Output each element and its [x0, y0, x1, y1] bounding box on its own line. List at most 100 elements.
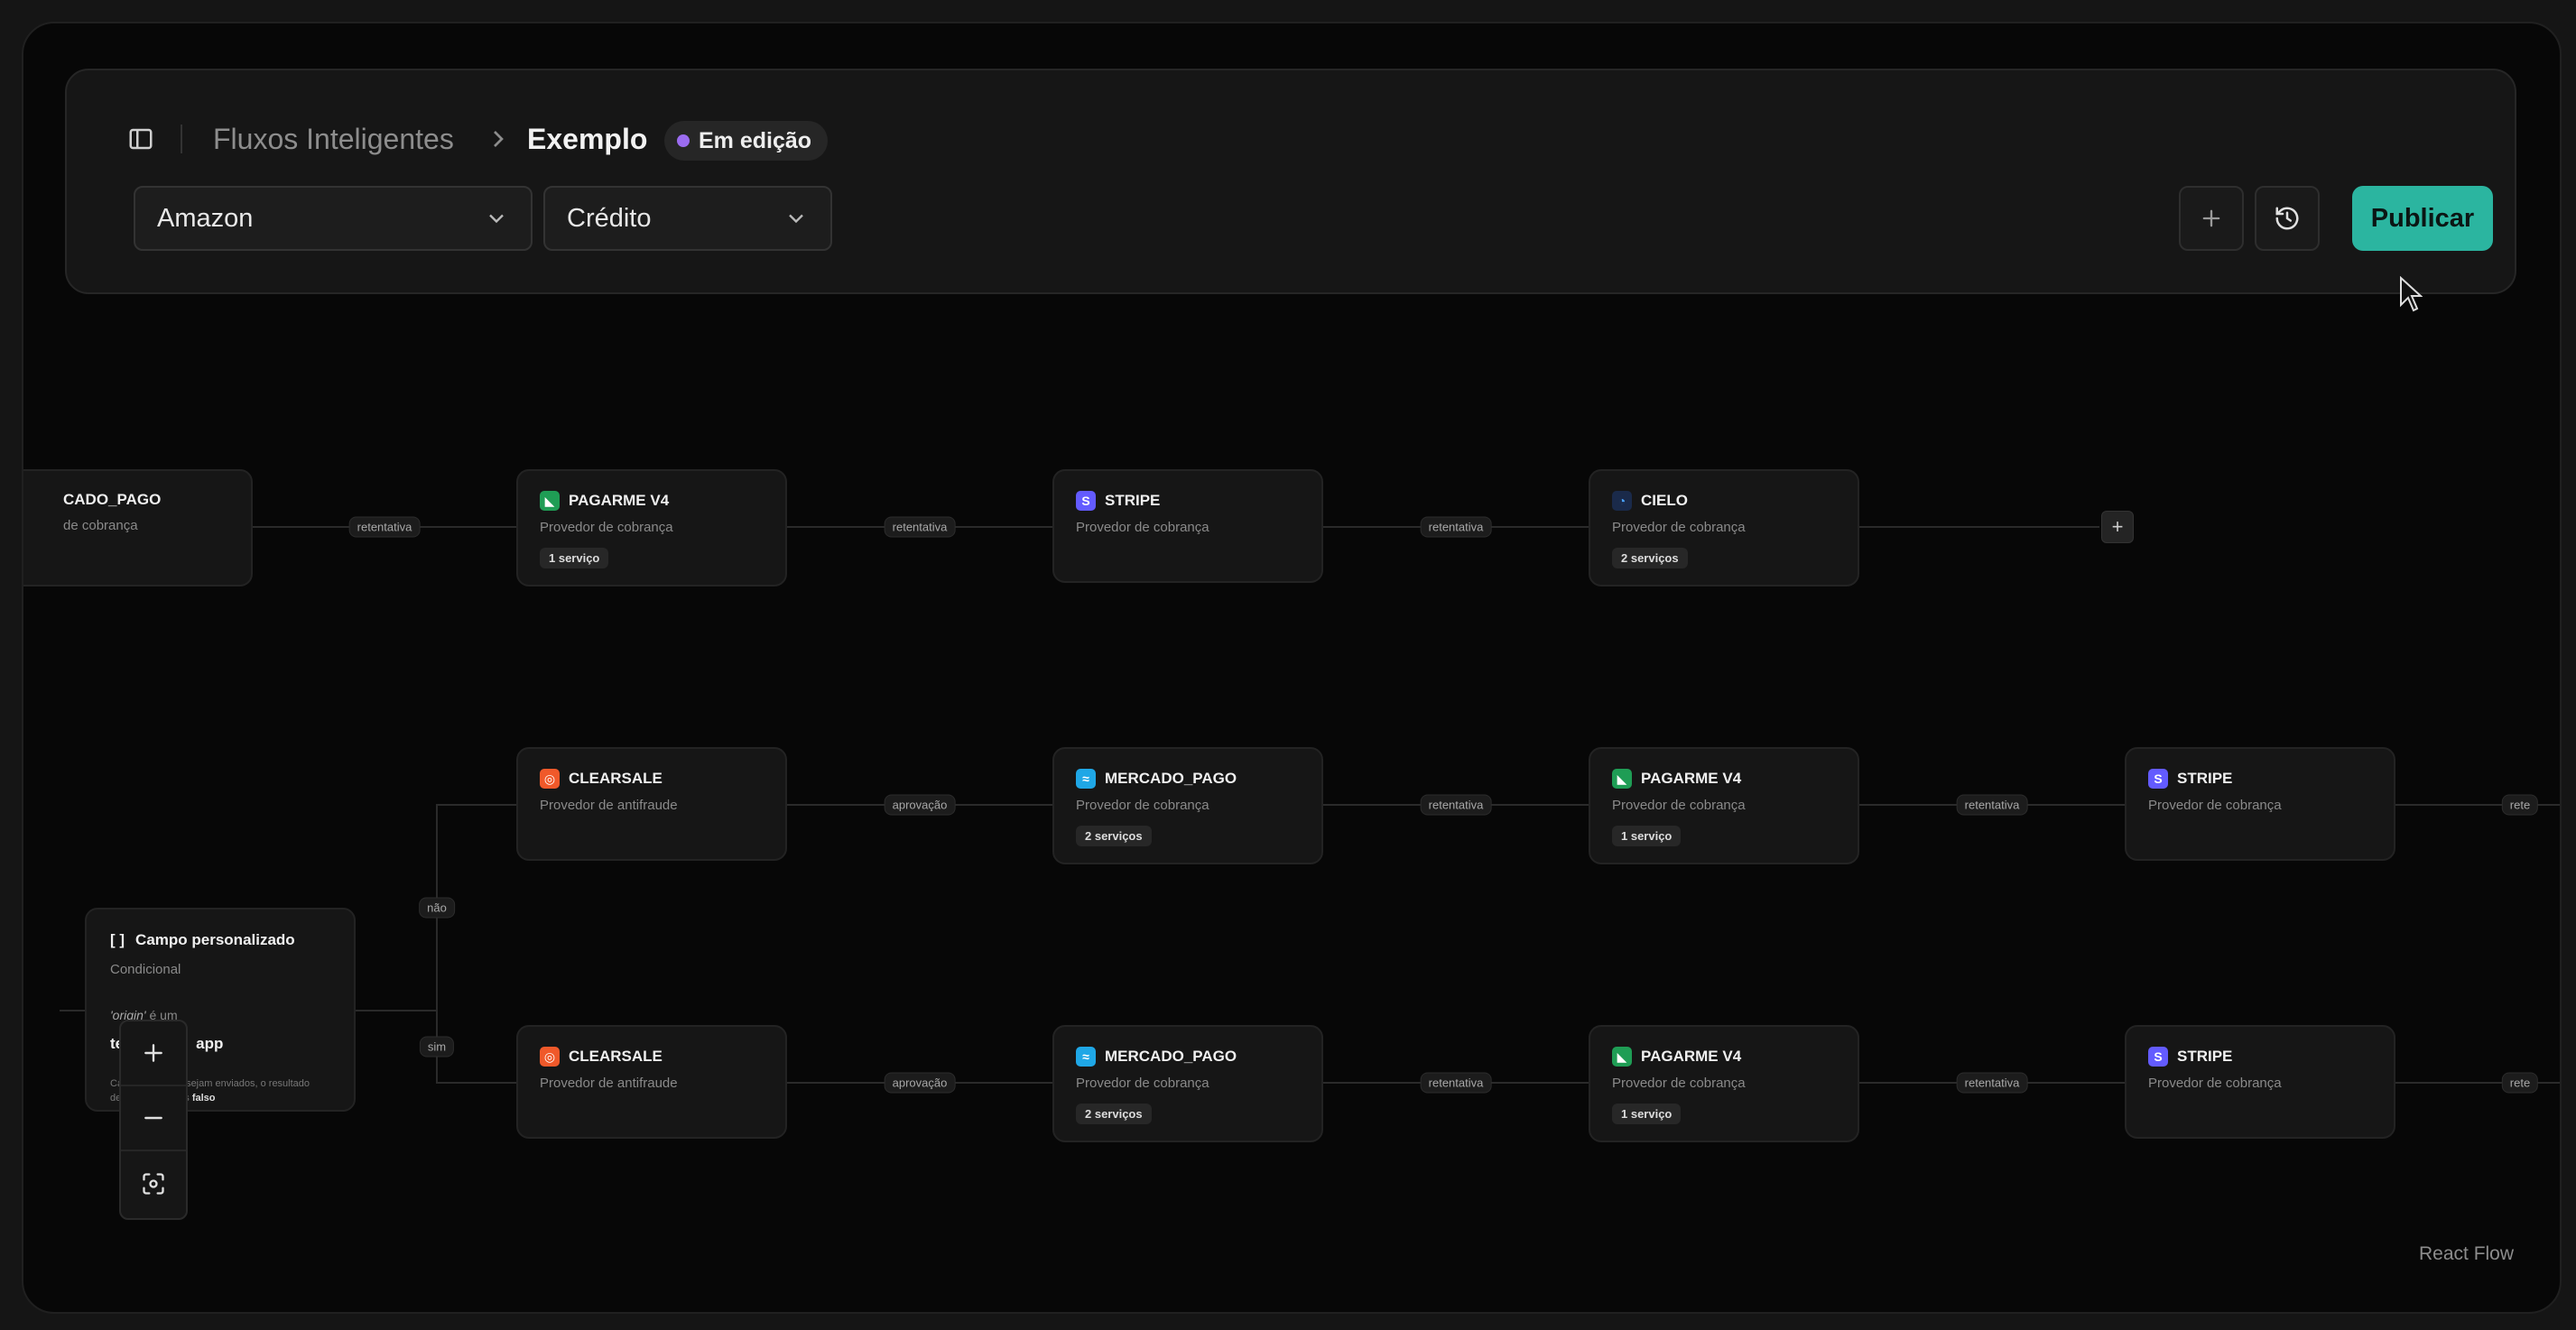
pagarme-logo: ◣: [540, 491, 560, 511]
chevron-right-icon: [494, 131, 504, 147]
services-badge: 1 serviço: [540, 548, 609, 568]
clearsale-logo: ◎: [540, 1047, 560, 1067]
stripe-logo: S: [2148, 769, 2168, 789]
flow-node-stripe-mid[interactable]: S STRIPE Provedor de cobrança: [2125, 747, 2395, 861]
brackets-icon: [ ]: [110, 931, 125, 948]
add-node-button[interactable]: +: [2101, 511, 2134, 543]
node-title: MERCADO_PAGO: [1105, 1048, 1237, 1065]
node-subtitle: Provedor de cobrança: [1076, 520, 1209, 535]
edge-label-no: não: [419, 897, 455, 919]
separator: [181, 125, 182, 153]
node-title: CLEARSALE: [569, 1048, 663, 1065]
edge-label-yes: sim: [419, 1036, 455, 1058]
flow-node-pagarme-mid[interactable]: ◣ PAGARME V4 Provedor de cobrança 1 servi…: [1589, 747, 1859, 864]
node-subtitle: Provedor de antifraude: [540, 798, 678, 813]
condition-value-end: app: [196, 1035, 224, 1052]
node-title: PAGARME V4: [1641, 770, 1742, 787]
edge-label-retry: retentativa: [1956, 1072, 2028, 1094]
flow-node-pagarme-bottom[interactable]: ◣ PAGARME V4 Provedor de cobrança 1 servi…: [1589, 1025, 1859, 1142]
fit-view-icon: [143, 1173, 164, 1195]
node-title: PAGARME V4: [1641, 1048, 1742, 1065]
merchant-select-value: Amazon: [157, 203, 254, 233]
react-flow-attribution[interactable]: React Flow: [2419, 1243, 2514, 1265]
node-subtitle: Provedor de cobrança: [1076, 798, 1209, 813]
pagarme-logo: ◣: [1612, 1047, 1632, 1067]
flow-node-mercadopago-top[interactable]: CADO_PAGO de cobrança: [23, 469, 253, 586]
edge-label-retry-truncated: rete: [2501, 794, 2539, 816]
plus-icon: [144, 1044, 162, 1062]
node-subtitle: Provedor de cobrança: [1612, 798, 1746, 813]
sidebar-toggle-button[interactable]: [121, 119, 161, 159]
flow-node-mercadopago-mid[interactable]: ≈ MERCADO_PAGO Provedor de cobrança 2 ser…: [1052, 747, 1323, 864]
node-subtitle: Provedor de antifraude: [540, 1076, 678, 1091]
node-title: PAGARME V4: [569, 492, 670, 509]
chevron-down-icon: [489, 214, 504, 224]
edge-label-retry-truncated: rete: [2501, 1072, 2539, 1094]
sidebar-icon: [129, 128, 153, 150]
header-bar: Fluxos Inteligentes Exemplo Em edição Am…: [65, 69, 2516, 294]
node-subtitle: Provedor de cobrança: [540, 520, 673, 535]
services-badge: 2 serviços: [1076, 1104, 1152, 1124]
status-badge: Em edição: [664, 121, 829, 161]
flow-node-pagarme-top[interactable]: ◣ PAGARME V4 Provedor de cobrança 1 servi…: [516, 469, 787, 586]
payment-method-select[interactable]: Crédito: [543, 186, 832, 251]
node-subtitle: Provedor de cobrança: [2148, 1076, 2282, 1091]
minus-icon: [144, 1116, 162, 1120]
edge-label-approval: aprovação: [884, 1072, 956, 1094]
node-title: MERCADO_PAGO: [1105, 770, 1237, 787]
node-subtitle: de cobrança: [63, 518, 138, 533]
breadcrumb-current: Exemplo: [527, 123, 648, 155]
node-title: STRIPE: [2177, 770, 2233, 787]
note-bold: falso: [191, 1093, 216, 1104]
node-title: Campo personalizado: [135, 931, 295, 948]
edge-label-retry: retentativa: [1956, 794, 2028, 816]
node-subtitle: Provedor de cobrança: [2148, 798, 2282, 813]
payment-method-select-value: Crédito: [567, 203, 652, 233]
node-subtitle: Provedor de cobrança: [1612, 1076, 1746, 1091]
breadcrumb-root[interactable]: Fluxos Inteligentes: [213, 121, 454, 157]
cielo-logo: ◔: [1612, 491, 1632, 511]
edge-label-retry: retentativa: [1420, 794, 1492, 816]
mouse-cursor-icon: [2400, 276, 2423, 312]
edge-label-retry: retentativa: [348, 516, 421, 538]
mercadopago-logo: ≈: [1076, 769, 1096, 789]
flow-node-cielo-top[interactable]: ◔ CIELO Provedor de cobrança 2 serviços: [1589, 469, 1859, 586]
clearsale-logo: ◎: [540, 769, 560, 789]
flow-node-stripe-bottom[interactable]: S STRIPE Provedor de cobrança: [2125, 1025, 2395, 1139]
zoom-in-button[interactable]: [121, 1021, 186, 1086]
stripe-logo: S: [2148, 1047, 2168, 1067]
node-title: STRIPE: [2177, 1048, 2233, 1065]
edge-label-retry: retentativa: [1420, 1072, 1492, 1094]
edge-label-approval: aprovação: [884, 794, 956, 816]
plus-icon: [2202, 209, 2220, 227]
services-badge: 1 serviço: [1612, 826, 1682, 846]
chevron-down-icon: [789, 214, 803, 224]
merchant-select[interactable]: Amazon: [134, 186, 533, 251]
edge-label-retry: retentativa: [884, 516, 956, 538]
node-subtitle: Provedor de cobrança: [1612, 520, 1746, 535]
services-badge: 2 serviços: [1612, 548, 1688, 568]
history-button[interactable]: [2255, 186, 2320, 251]
edge-label-retry: retentativa: [1420, 516, 1492, 538]
node-title: STRIPE: [1105, 492, 1161, 509]
app-window: CADO_PAGO de cobrança ◣ PAGARME V4 Proved…: [22, 22, 2562, 1314]
node-subtitle: Condicional: [110, 962, 181, 977]
pagarme-logo: ◣: [1612, 769, 1632, 789]
publish-button[interactable]: Publicar: [2352, 186, 2493, 251]
flow-node-clearsale-mid[interactable]: ◎ CLEARSALE Provedor de antifraude: [516, 747, 787, 861]
flow-node-mercadopago-bottom[interactable]: ≈ MERCADO_PAGO Provedor de cobrança 2 ser…: [1052, 1025, 1323, 1142]
add-button[interactable]: [2179, 186, 2244, 251]
flow-node-clearsale-bottom[interactable]: ◎ CLEARSALE Provedor de antifraude: [516, 1025, 787, 1139]
stripe-logo: S: [1076, 491, 1096, 511]
node-title: CADO_PAGO: [63, 491, 162, 508]
services-badge: 2 serviços: [1076, 826, 1152, 846]
node-title: CLEARSALE: [569, 770, 663, 787]
node-subtitle: Provedor de cobrança: [1076, 1076, 1209, 1091]
zoom-out-button[interactable]: [121, 1086, 186, 1151]
fit-view-button[interactable]: [121, 1151, 186, 1216]
status-dot-icon: [677, 134, 690, 147]
flow-node-stripe-top[interactable]: S STRIPE Provedor de cobrança: [1052, 469, 1323, 583]
mercadopago-logo: ≈: [1076, 1047, 1096, 1067]
note-part: sejam enviados, o resultado: [186, 1078, 310, 1089]
zoom-controls: [119, 1020, 188, 1220]
